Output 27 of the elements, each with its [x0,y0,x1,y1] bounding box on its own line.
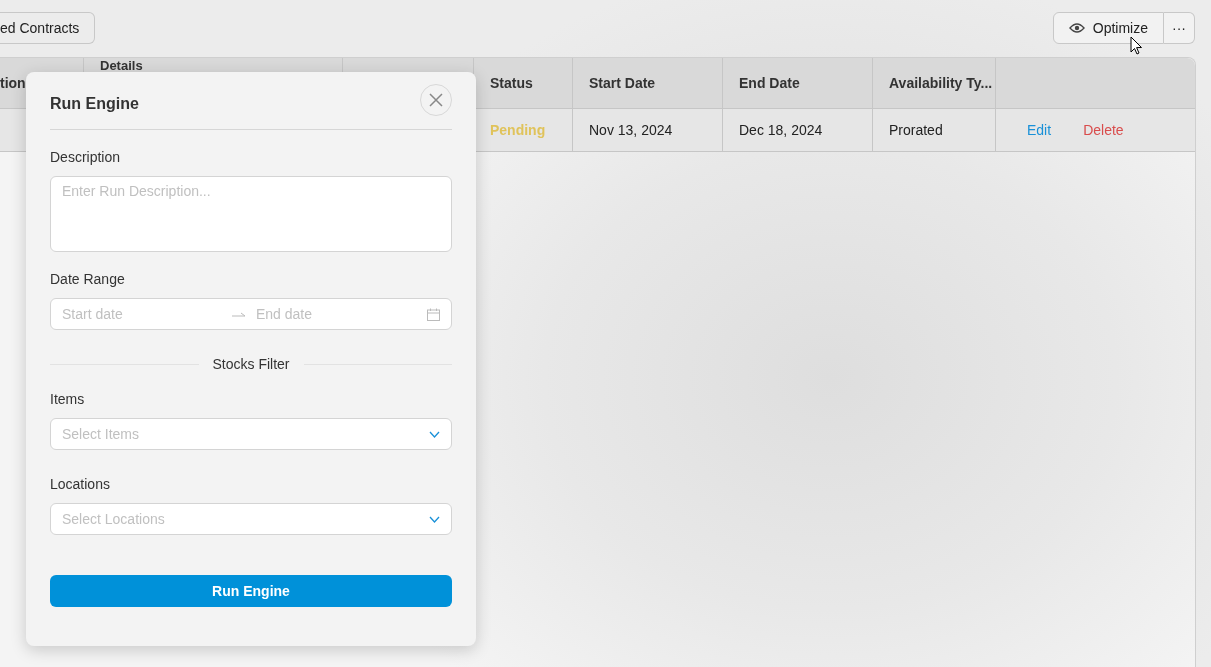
table-cell: Dec 18, 2024 [723,109,873,151]
chevron-down-icon [429,515,440,523]
start-date-placeholder: Start date [62,306,124,322]
field-label: Description [50,149,122,165]
run-engine-button[interactable]: Run Engine [50,575,452,607]
close-button[interactable] [420,84,452,116]
edit-link[interactable]: Edit [1027,122,1052,138]
chevron-down-icon [429,430,440,438]
table-cell: Prorated [873,109,996,151]
section-title: Stocks Filter [212,356,290,372]
field-label: Items [50,391,86,407]
date-range-field[interactable]: Start date End date [50,298,452,330]
table-cell: Nov 13, 2024 [573,109,723,151]
eye-icon [1068,21,1085,35]
delete-link[interactable]: Delete [1083,122,1124,138]
more-button[interactable]: ··· [1164,12,1195,44]
calendar-icon [427,307,440,321]
field-label: Date Range [50,271,126,287]
mouse-pointer-icon [1130,36,1144,56]
optimize-button[interactable]: Optimize [1052,12,1164,44]
description-field[interactable]: Enter Run Description... [50,176,452,252]
locations-select[interactable]: Select Locations [50,503,452,535]
end-date-placeholder: End date [256,306,314,322]
close-icon [429,93,443,107]
field-label: Locations [50,476,111,492]
items-select[interactable]: Select Items [50,418,452,450]
contracts-button[interactable]: ed Contracts [0,12,96,44]
